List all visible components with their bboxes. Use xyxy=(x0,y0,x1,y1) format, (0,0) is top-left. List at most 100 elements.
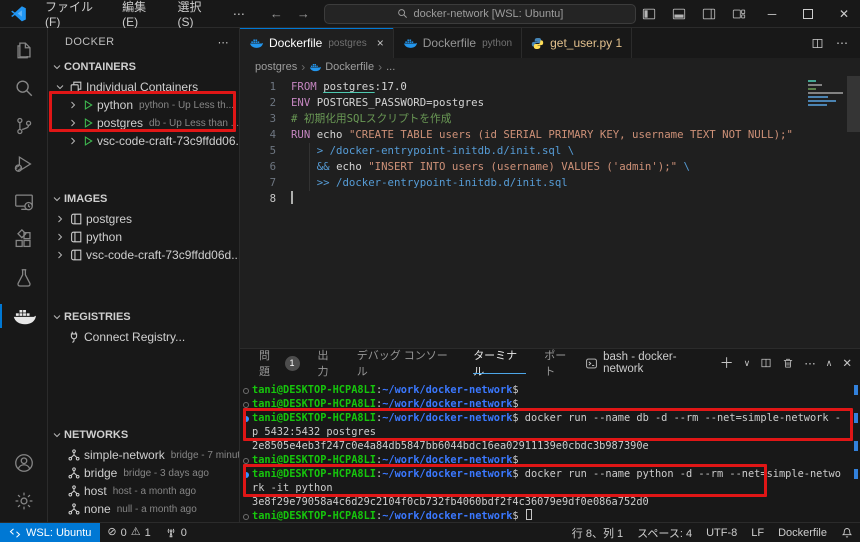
panel-more-actions-icon[interactable]: ⋯ xyxy=(804,356,816,370)
menu-file[interactable]: ファイル(F) xyxy=(36,3,113,25)
editor-more-actions-icon[interactable]: ⋯ xyxy=(836,36,848,50)
section-header-containers[interactable]: CONTAINERS xyxy=(48,56,239,78)
tree-item-simple-network[interactable]: simple-networkbridge - 7 minut... xyxy=(48,446,239,464)
breadcrumb-folder[interactable]: postgres xyxy=(255,61,297,73)
chevron-down-icon xyxy=(51,429,63,441)
status-eol[interactable]: LF xyxy=(744,523,771,542)
activity-source-control-button[interactable] xyxy=(0,107,47,145)
panel-tab-出力[interactable]: 出力 xyxy=(309,349,348,377)
status-indentation[interactable]: スペース: 4 xyxy=(630,523,699,542)
tree-item-bridge[interactable]: bridgebridge - 3 days ago xyxy=(48,464,239,482)
tree-item-label: Individual Containers xyxy=(86,80,198,94)
window-minimize-button[interactable]: ─ xyxy=(756,0,788,28)
activity-remote-explorer-button[interactable] xyxy=(0,183,47,221)
menu-more[interactable]: ⋯ xyxy=(224,3,254,25)
terminal-icon xyxy=(585,357,598,370)
problems-status[interactable]: ⊘ 0 ⚠ 1 xyxy=(100,523,157,542)
activity-run-debug-button[interactable] xyxy=(0,145,47,183)
tab-dockerfile-postgres[interactable]: Dockerfilepostgres× xyxy=(240,28,394,58)
tree-item-label: bridge xyxy=(84,466,117,480)
token: POSTGRES_PASSWORD=postgres xyxy=(317,96,484,109)
tree-item-python[interactable]: pythonpython - Up Less th... xyxy=(48,96,239,114)
tree-item-python[interactable]: python xyxy=(48,228,239,246)
menu-selection[interactable]: 選択(S) xyxy=(169,3,224,25)
breadcrumb-symbol[interactable]: ... xyxy=(386,61,395,73)
activity-docker-button[interactable] xyxy=(0,297,47,335)
window-close-button[interactable]: ✕ xyxy=(828,0,860,28)
split-editor-icon[interactable] xyxy=(811,37,824,50)
panel-tab-デバッグ-コンソール[interactable]: デバッグ コンソール xyxy=(348,349,464,377)
tree-item-label: postgres xyxy=(86,212,132,226)
terminal-dollar: $ xyxy=(512,412,524,424)
status-cursor-position[interactable]: 行 8、列 1 xyxy=(565,523,630,542)
nav-back-button[interactable]: ← xyxy=(270,6,283,21)
terminal-select[interactable]: bash - docker-network xyxy=(585,351,710,375)
search-icon xyxy=(13,77,35,99)
sidebar-more-actions-icon[interactable]: ⋯ xyxy=(218,36,229,49)
panel-tab-問題[interactable]: 問題1 xyxy=(250,349,309,377)
tree-item-postgres[interactable]: postgresdb - Up Less than ... xyxy=(48,114,239,132)
menu-edit[interactable]: 編集(E) xyxy=(113,3,168,25)
activity-accounts-button[interactable] xyxy=(0,444,47,482)
warning-icon: ⚠ xyxy=(131,527,141,538)
notifications-bell-icon[interactable] xyxy=(834,523,860,542)
terminal[interactable]: tani@DESKTOP-HCPA8LI:~/work/docker-netwo… xyxy=(240,377,860,522)
split-terminal-icon[interactable] xyxy=(760,357,772,369)
tree-item-individual-containers[interactable]: Individual Containers xyxy=(48,78,239,96)
tree-item-label: postgres xyxy=(97,116,143,130)
docker-sidebar: DOCKER ⋯ CONTAINERSIndividual Containers… xyxy=(48,28,240,522)
command-center-search[interactable]: docker-network [WSL: Ubuntu] xyxy=(324,4,636,24)
chevron-right-icon xyxy=(67,117,79,129)
terminal-line-4: p 5432:5432 postgres xyxy=(240,425,860,439)
activity-testing-button[interactable] xyxy=(0,259,47,297)
terminal-user: tani@DESKTOP-HCPA8LI xyxy=(252,384,376,396)
status-encoding[interactable]: UTF-8 xyxy=(699,523,744,542)
toggle-panel-icon[interactable] xyxy=(666,2,692,26)
tree-item-host[interactable]: hosthost - a month ago xyxy=(48,482,239,500)
kill-terminal-trash-icon[interactable] xyxy=(782,357,794,369)
terminal-dropdown-icon[interactable]: ∨ xyxy=(744,358,751,369)
window-maximize-button[interactable] xyxy=(792,0,824,28)
panel-tab-ポート[interactable]: ポート xyxy=(535,349,585,377)
panel-tab-ターミナル[interactable]: ターミナル xyxy=(464,349,535,377)
activity-explorer-button[interactable] xyxy=(0,31,47,69)
tree-item-description: python - Up Less th... xyxy=(139,100,234,111)
terminal-path: ~/work/docker-network xyxy=(382,412,512,424)
breadcrumb: postgres › Dockerfile › ... xyxy=(240,58,860,76)
tree-item-none[interactable]: nonenull - a month ago xyxy=(48,500,239,518)
activity-settings-button[interactable] xyxy=(0,482,47,520)
chevron-right-icon xyxy=(54,249,66,261)
tree-item-vsc-code-craft-73c9ffdd06[interactable]: vsc-code-craft-73c9ffdd06... xyxy=(48,132,239,150)
close-tab-icon[interactable]: × xyxy=(377,36,384,50)
maximize-panel-icon[interactable]: ∧ xyxy=(826,358,833,369)
explorer-icon xyxy=(13,39,35,61)
status-language-mode[interactable]: Dockerfile xyxy=(771,523,834,542)
nav-forward-button[interactable]: → xyxy=(297,6,310,21)
activity-search-button[interactable] xyxy=(0,69,47,107)
new-terminal-icon[interactable]: ＋ xyxy=(720,353,734,373)
tab-dockerfile-python[interactable]: Dockerfilepython xyxy=(394,28,522,58)
code-editor[interactable]: 1FROM postgres:17.02ENV POSTGRES_PASSWOR… xyxy=(240,76,860,348)
section-header-registries[interactable]: REGISTRIES xyxy=(48,306,239,328)
tree-item-connect-registry[interactable]: Connect Registry... xyxy=(48,328,239,346)
tree-item-postgres[interactable]: postgres xyxy=(48,210,239,228)
activity-extensions-button[interactable] xyxy=(0,221,47,259)
tab-get-user-py-1[interactable]: get_user.py 1 xyxy=(522,28,632,58)
ports-status[interactable]: 0 xyxy=(158,523,194,542)
terminal-path: ~/work/docker-network xyxy=(382,510,512,522)
section-header-images[interactable]: IMAGES xyxy=(48,188,239,210)
terminal-dollar: $ xyxy=(512,468,524,480)
vscode-window: ファイル(F) 編集(E) 選択(S) ⋯ ← → docker-network… xyxy=(0,0,860,542)
breadcrumb-file[interactable]: Dockerfile xyxy=(325,61,374,73)
prompt-decoration-icon xyxy=(243,458,249,464)
toggle-sidebar-icon[interactable] xyxy=(636,2,662,26)
remote-indicator[interactable]: WSL: Ubuntu xyxy=(0,523,100,542)
title-bar: ファイル(F) 編集(E) 選択(S) ⋯ ← → docker-network… xyxy=(0,0,860,28)
tree-item-vsc-code-craft-73c9ffdd06d[interactable]: vsc-code-craft-73c9ffdd06d... xyxy=(48,246,239,264)
toggle-secondary-sidebar-icon[interactable] xyxy=(696,2,722,26)
close-panel-icon[interactable]: ✕ xyxy=(842,356,852,370)
sidebar-section-registries: REGISTRIESConnect Registry... xyxy=(48,306,239,346)
customize-layout-icon[interactable] xyxy=(726,2,752,26)
plug-icon xyxy=(67,330,81,344)
section-header-networks[interactable]: NETWORKS xyxy=(48,424,239,446)
